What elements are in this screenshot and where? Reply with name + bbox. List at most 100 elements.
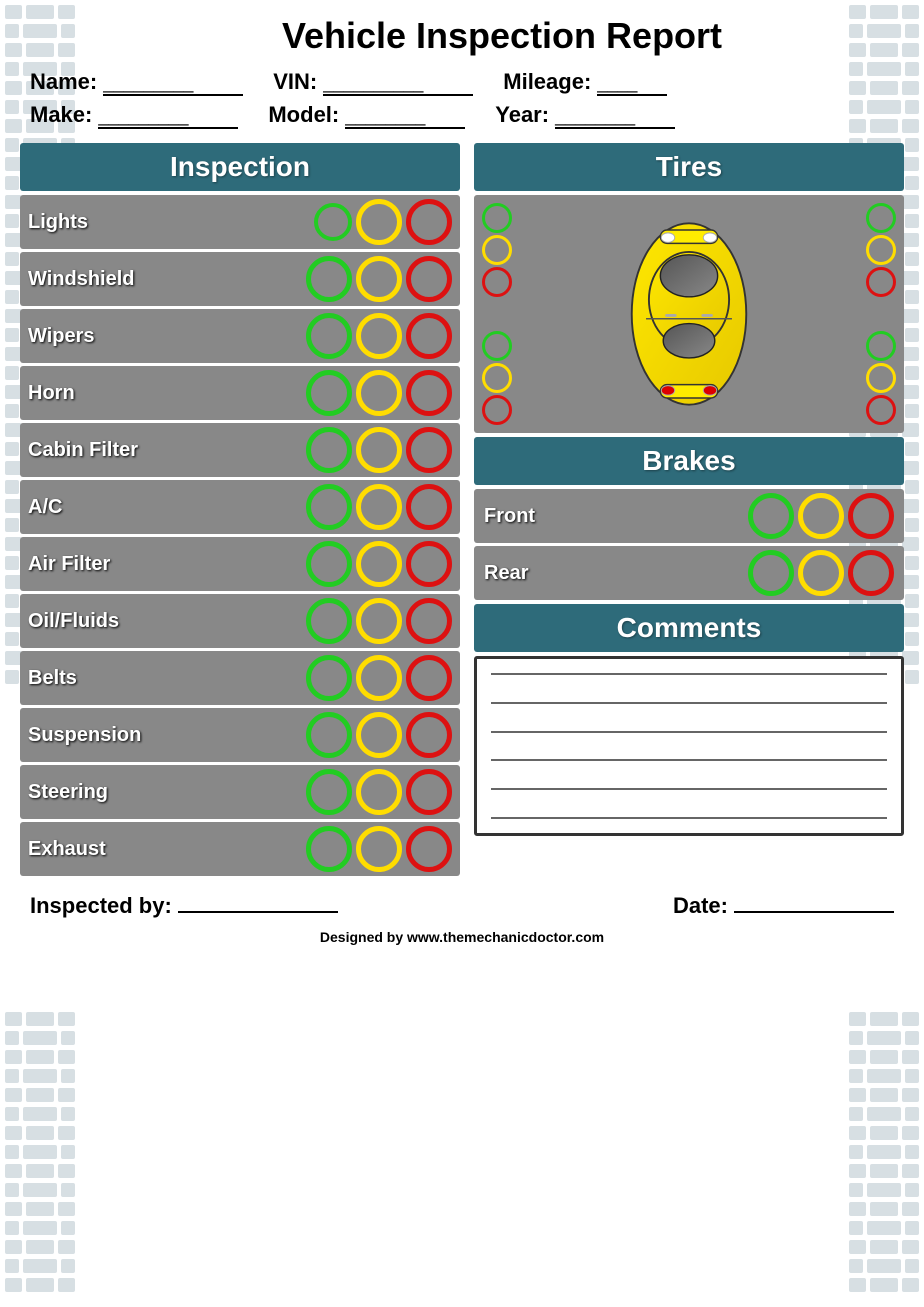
year-value: ________: [555, 106, 675, 129]
model-field: Model: ________: [268, 102, 465, 129]
date-value: [734, 911, 894, 913]
model-value: ________: [345, 106, 465, 129]
right-col: Tires: [474, 143, 904, 836]
suspension-circle-red[interactable]: [406, 712, 452, 758]
ac-circle-yellow[interactable]: [356, 484, 402, 530]
fr-tire-red[interactable]: [866, 267, 896, 297]
report-title: Vehicle Inspection Report: [20, 15, 904, 57]
steering-circle-green[interactable]: [306, 769, 352, 815]
steering-circle-yellow[interactable]: [356, 769, 402, 815]
date-field: Date:: [673, 893, 894, 919]
horn-label: Horn: [28, 382, 158, 405]
wipers-circle-green[interactable]: [306, 313, 352, 359]
belts-circle-red[interactable]: [406, 655, 452, 701]
rr-tire-green[interactable]: [866, 331, 896, 361]
lights-label: Lights: [28, 211, 158, 234]
lights-circle-green[interactable]: [314, 203, 352, 241]
air-filter-circle-yellow[interactable]: [356, 541, 402, 587]
horn-circle-yellow[interactable]: [356, 370, 402, 416]
rear-brake-yellow[interactable]: [798, 550, 844, 596]
belts-circle-yellow[interactable]: [356, 655, 402, 701]
rl-tire-green[interactable]: [482, 331, 512, 361]
exhaust-label: Exhaust: [28, 838, 158, 861]
ac-circle-red[interactable]: [406, 484, 452, 530]
tire-col-right: [866, 203, 896, 425]
air-filter-circles: [306, 541, 452, 587]
fl-tire-yellow[interactable]: [482, 235, 512, 265]
exhaust-circle-yellow[interactable]: [356, 826, 402, 872]
rr-tire-red[interactable]: [866, 395, 896, 425]
wipers-circle-yellow[interactable]: [356, 313, 402, 359]
oil-fluids-circles: [306, 598, 452, 644]
car-diagram-image: [594, 204, 784, 424]
exhaust-circle-red[interactable]: [406, 826, 452, 872]
horn-circle-green[interactable]: [306, 370, 352, 416]
air-filter-label: Air Filter: [28, 553, 158, 576]
rear-brake-circles: [748, 550, 894, 596]
oil-fluids-circle-yellow[interactable]: [356, 598, 402, 644]
wipers-row: Wipers: [20, 309, 460, 363]
comment-line-6: [491, 817, 887, 819]
comments-section: Comments: [474, 604, 904, 836]
oil-fluids-circle-green[interactable]: [306, 598, 352, 644]
rear-brake-red[interactable]: [848, 550, 894, 596]
main-columns: Inspection Lights Windshield: [20, 143, 904, 879]
vin-value: __________: [323, 73, 473, 96]
windshield-circle-red[interactable]: [406, 256, 452, 302]
fl-tire-green[interactable]: [482, 203, 512, 233]
name-label: Name:: [30, 69, 97, 95]
inspection-header: Inspection: [20, 143, 460, 191]
rl-tire-red[interactable]: [482, 395, 512, 425]
steering-label: Steering: [28, 781, 158, 804]
info-row-1: Name: _________ VIN: __________ Mileage:…: [30, 69, 904, 96]
front-brake-red[interactable]: [848, 493, 894, 539]
suspension-circle-green[interactable]: [306, 712, 352, 758]
belts-row: Belts: [20, 651, 460, 705]
air-filter-circle-green[interactable]: [306, 541, 352, 587]
name-value: _________: [103, 73, 243, 96]
horn-circle-red[interactable]: [406, 370, 452, 416]
front-brake-green[interactable]: [748, 493, 794, 539]
rear-brake-green[interactable]: [748, 550, 794, 596]
lights-circle-red[interactable]: [406, 199, 452, 245]
air-filter-circle-red[interactable]: [406, 541, 452, 587]
comment-line-5: [491, 788, 887, 790]
ac-circle-green[interactable]: [306, 484, 352, 530]
tires-header: Tires: [474, 143, 904, 191]
cabin-filter-circles: [306, 427, 452, 473]
inspected-by-field: Inspected by:: [30, 893, 338, 919]
wipers-label: Wipers: [28, 325, 158, 348]
year-label: Year:: [495, 102, 549, 128]
footer: Inspected by: Date:: [20, 893, 904, 919]
ac-row: A/C: [20, 480, 460, 534]
vin-field: VIN: __________: [273, 69, 473, 96]
front-brake-yellow[interactable]: [798, 493, 844, 539]
lights-circles: [314, 199, 452, 245]
windshield-circles: [306, 256, 452, 302]
rl-tire-yellow[interactable]: [482, 363, 512, 393]
windshield-circle-green[interactable]: [306, 256, 352, 302]
suspension-circle-yellow[interactable]: [356, 712, 402, 758]
wipers-circle-red[interactable]: [406, 313, 452, 359]
credit-text: Designed by www.themechanicdoctor.com: [20, 929, 904, 945]
mileage-field: Mileage: ____: [503, 69, 667, 96]
oil-fluids-circle-red[interactable]: [406, 598, 452, 644]
belts-circle-green[interactable]: [306, 655, 352, 701]
fr-tire-yellow[interactable]: [866, 235, 896, 265]
cabin-filter-circle-yellow[interactable]: [356, 427, 402, 473]
cabin-filter-circle-red[interactable]: [406, 427, 452, 473]
exhaust-circle-green[interactable]: [306, 826, 352, 872]
steering-circle-red[interactable]: [406, 769, 452, 815]
make-value: _________: [98, 106, 238, 129]
fr-tire-green[interactable]: [866, 203, 896, 233]
windshield-circle-yellow[interactable]: [356, 256, 402, 302]
rear-brake-label: Rear: [484, 562, 614, 585]
vehicle-info: Name: _________ VIN: __________ Mileage:…: [20, 69, 904, 129]
lights-circle-yellow[interactable]: [356, 199, 402, 245]
air-filter-row: Air Filter: [20, 537, 460, 591]
fl-tire-red[interactable]: [482, 267, 512, 297]
rr-tire-yellow[interactable]: [866, 363, 896, 393]
cabin-filter-circle-green[interactable]: [306, 427, 352, 473]
comment-line-2: [491, 702, 887, 704]
wipers-circles: [306, 313, 452, 359]
